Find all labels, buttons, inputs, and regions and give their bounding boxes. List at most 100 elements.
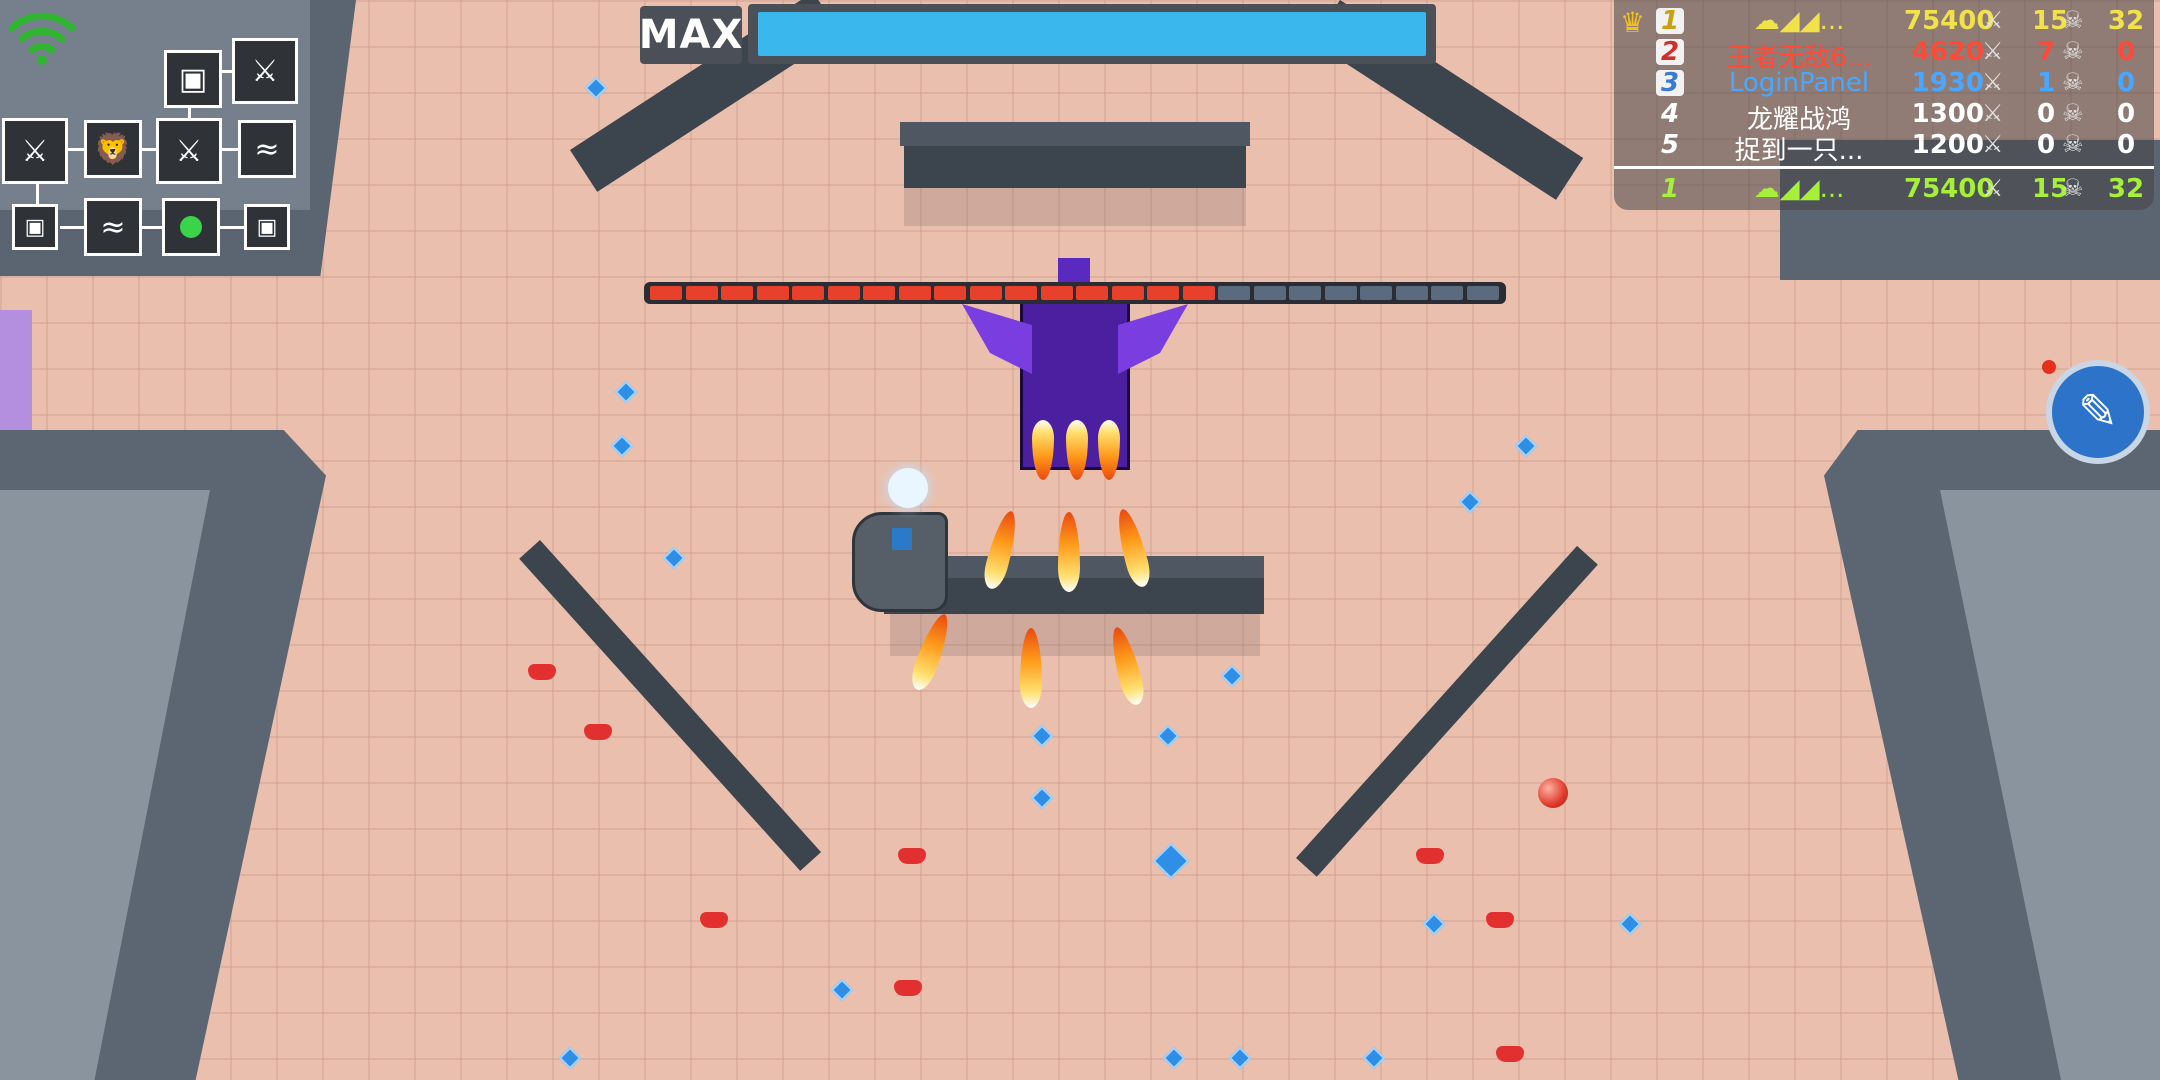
- leaderboard-row: 3 LoginPanel 1930 ⚔ 1 ☠ 0: [1614, 68, 2154, 98]
- leaderboard-dragons: 0: [2116, 130, 2136, 160]
- brush-icon: ✎: [2077, 384, 2119, 440]
- tree-node-swords[interactable]: ⚔: [156, 118, 222, 184]
- tree-link: [218, 226, 244, 229]
- leaderboard-name: ☁◢◢...: [1753, 174, 1845, 204]
- xp-bar-fill: [758, 12, 1426, 56]
- tree-node-chest[interactable]: ▣: [12, 204, 58, 250]
- leaderboard-kills: 15: [2032, 174, 2069, 204]
- boss-health-segment: [650, 286, 682, 300]
- leaderboard-dragons: 0: [2116, 99, 2136, 129]
- tree-node-chest[interactable]: ▣: [164, 50, 222, 108]
- leaderboard-dragons: 32: [2107, 6, 2145, 36]
- sword-icon: ⚔: [1982, 68, 2004, 96]
- tree-node-swords[interactable]: ⚔: [2, 118, 68, 184]
- red-heart-gem: [898, 848, 926, 864]
- tree-node-current[interactable]: [162, 198, 220, 256]
- leaderboard-kills: 0: [2036, 99, 2056, 129]
- red-heart-gem: [1496, 1046, 1524, 1062]
- player-dragon-stripe: [892, 528, 912, 550]
- sword-icon: ⚔: [1982, 130, 2004, 158]
- boss-health-segment: [721, 286, 753, 300]
- leaderboard-rank: 1: [1660, 174, 1680, 204]
- tree-node-dragon[interactable]: 🦁: [84, 120, 142, 178]
- sword-icon: ⚔: [1982, 37, 2004, 65]
- boss-health-segment: [1182, 286, 1215, 300]
- boss-health-segment: [1324, 286, 1357, 300]
- dragon-skull-icon: ☠: [2062, 68, 2084, 96]
- leaderboard-row: 5 捉到一只... 1200 ⚔ 0 ☠ 0: [1614, 130, 2154, 166]
- notification-dot: [2042, 360, 2056, 374]
- boss-health-segment: [827, 286, 860, 300]
- dragon-skull-icon: ☠: [2062, 130, 2084, 158]
- leaderboard-rank: 5: [1660, 130, 1680, 160]
- boss-health-segment: [934, 286, 966, 300]
- boss-health-segment: [1431, 286, 1463, 300]
- leaderboard-self-row: 1 ☁◢◢... 75400 ⚔ 15 ☠ 32: [1614, 174, 2154, 204]
- tree-link: [60, 226, 86, 229]
- red-heart-gem: [894, 980, 922, 996]
- leaderboard-kills: 1: [2036, 68, 2056, 98]
- leaderboard-kills: 0: [2036, 130, 2056, 160]
- leaderboard-name: ☁◢◢...: [1753, 6, 1845, 36]
- leaderboard-dragons: 0: [2116, 68, 2136, 98]
- red-heart-gem: [700, 912, 728, 928]
- red-heart-gem: [1486, 912, 1514, 928]
- tree-link: [140, 226, 164, 229]
- boss-health-segment: [898, 286, 931, 300]
- boss-health-segment: [1253, 286, 1286, 300]
- red-heart-gem: [584, 724, 612, 740]
- tree-node-wing[interactable]: ≈: [84, 198, 142, 256]
- boss-health-segment: [1466, 286, 1499, 300]
- wall-top-center-shadow: [904, 186, 1246, 226]
- sword-icon: ⚔: [1982, 6, 2004, 34]
- boss-health-segment: [1005, 286, 1037, 300]
- level-max-label: MAX: [639, 6, 742, 64]
- leaderboard-name: LoginPanel: [1728, 68, 1870, 98]
- boss-health-segment: [1111, 286, 1144, 300]
- leaderboard-dragons: 0: [2116, 37, 2136, 67]
- boss-health-segment: [1218, 286, 1250, 300]
- boss-health-segment: [1395, 286, 1428, 300]
- leaderboard-rank: 1: [1656, 8, 1684, 34]
- boss-health-segment: [1147, 286, 1179, 300]
- leaderboard-score: 75400: [1904, 6, 1995, 36]
- boss-health-segment: [1360, 286, 1392, 300]
- boss-health-segment: [863, 286, 895, 300]
- tree-node-swords[interactable]: ⚔: [232, 38, 298, 104]
- boss-health-segment: [1040, 286, 1073, 300]
- leaderboard-score: 4620: [1911, 37, 1984, 67]
- sword-icon: ⚔: [1982, 174, 2004, 202]
- leaderboard-score: 1200: [1911, 130, 1984, 160]
- wifi-icon: [6, 6, 78, 66]
- leaderboard-dragons: 32: [2107, 174, 2145, 204]
- brush-button[interactable]: ✎: [2046, 360, 2150, 464]
- player-dragon: [852, 512, 948, 612]
- wall-top-center-front: [904, 146, 1246, 188]
- leaderboard-row: 4 龙耀战鸿 1300 ⚔ 0 ☠ 0: [1614, 99, 2154, 135]
- boss-health-segment: [792, 286, 824, 300]
- sword-icon: ⚔: [1982, 99, 2004, 127]
- tree-node-wing[interactable]: ≈: [238, 120, 296, 178]
- leaderboard-score: 1930: [1911, 68, 1984, 98]
- dragon-skull-icon: ☠: [2062, 6, 2084, 34]
- leaderboard-kills: 15: [2032, 6, 2069, 36]
- tree-node-chest[interactable]: ▣: [244, 204, 290, 250]
- leaderboard-row: 1 ☁◢◢... 75400 ⚔ 15 ☠ 32: [1614, 6, 2154, 36]
- purple-glow: [0, 310, 32, 430]
- player-dragon-glow: [888, 468, 928, 508]
- dragon-skull-icon: ☠: [2062, 174, 2084, 202]
- leaderboard-score: 1300: [1911, 99, 1984, 129]
- boss-health-segment: [1289, 286, 1321, 300]
- boss-health-segment: [756, 286, 789, 300]
- wall-top-center: [900, 122, 1250, 146]
- leaderboard-kills: 7: [2036, 37, 2056, 67]
- boss-health-segment: [685, 286, 718, 300]
- dragon-skull-icon: ☠: [2062, 37, 2084, 65]
- leaderboard-name: 捉到一只...: [1734, 136, 1864, 166]
- boss-health-segment: [969, 286, 1002, 300]
- red-heart-gem: [1416, 848, 1444, 864]
- xp-bar: [748, 4, 1436, 64]
- leaderboard: ♛ 1 ☁◢◢... 75400 ⚔ 15 ☠ 32 2 王者无敌6... 4620 ⚔ 7 ☠ 0 3 Lo…: [1614, 0, 2154, 210]
- dragon-skull-icon: ☠: [2062, 99, 2084, 127]
- leaderboard-rank: 2: [1656, 39, 1684, 65]
